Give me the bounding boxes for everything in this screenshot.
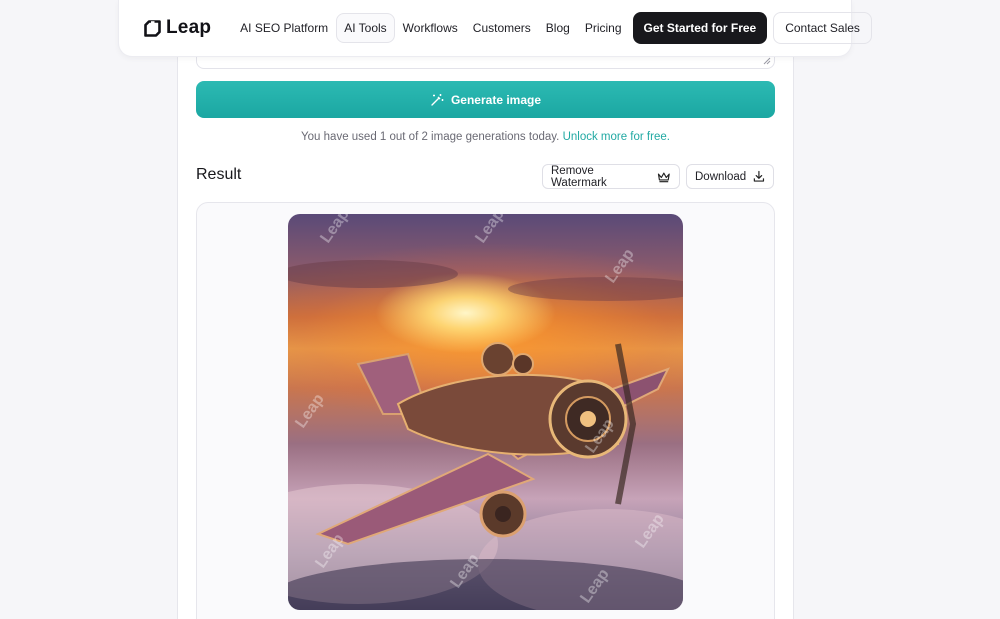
watermark-text: Leap xyxy=(292,391,327,432)
unlock-more-link[interactable]: Unlock more for free. xyxy=(563,131,670,143)
brand-name: Leap xyxy=(166,17,212,38)
magic-wand-icon xyxy=(431,93,444,106)
usage-text: You have used 1 out of 2 image generatio… xyxy=(301,131,560,143)
watermark-text: Leap xyxy=(317,214,352,246)
generate-image-label: Generate image xyxy=(450,92,542,107)
leap-logo-icon xyxy=(144,19,161,37)
crown-icon xyxy=(658,172,671,182)
nav-blog[interactable]: Blog xyxy=(539,14,577,42)
nav-customers[interactable]: Customers xyxy=(466,14,538,42)
steampunk-airplane-illustration: Leap Leap Leap Leap Leap Leap Leap Leap … xyxy=(288,214,683,610)
watermark-text: Leap xyxy=(472,214,507,246)
contact-sales-button[interactable]: Contact Sales xyxy=(773,12,872,44)
remove-watermark-button[interactable]: Remove Watermark xyxy=(542,164,680,189)
nav-ai-tools[interactable]: AI Tools xyxy=(336,13,395,43)
get-started-button[interactable]: Get Started for Free xyxy=(632,12,768,44)
usage-notice: You have used 1 out of 2 image generatio… xyxy=(196,131,775,143)
nav-pricing[interactable]: Pricing xyxy=(578,14,629,42)
generate-image-button[interactable]: Generate image xyxy=(196,81,775,118)
download-icon xyxy=(753,170,765,182)
resize-grip-icon[interactable] xyxy=(763,57,771,65)
result-heading: Result xyxy=(196,166,242,183)
download-label: Download xyxy=(695,170,747,183)
generated-image[interactable]: Leap Leap Leap Leap Leap Leap Leap Leap … xyxy=(288,214,683,610)
nav-ai-seo-platform[interactable]: AI SEO Platform xyxy=(233,14,335,42)
leap-logo[interactable]: Leap xyxy=(144,17,211,39)
download-button[interactable]: Download xyxy=(686,164,774,189)
top-navbar: Leap AI SEO Platform AI Tools Workflows … xyxy=(118,0,872,57)
remove-watermark-label: Remove Watermark xyxy=(551,164,607,189)
nav-workflows[interactable]: Workflows xyxy=(396,14,465,42)
